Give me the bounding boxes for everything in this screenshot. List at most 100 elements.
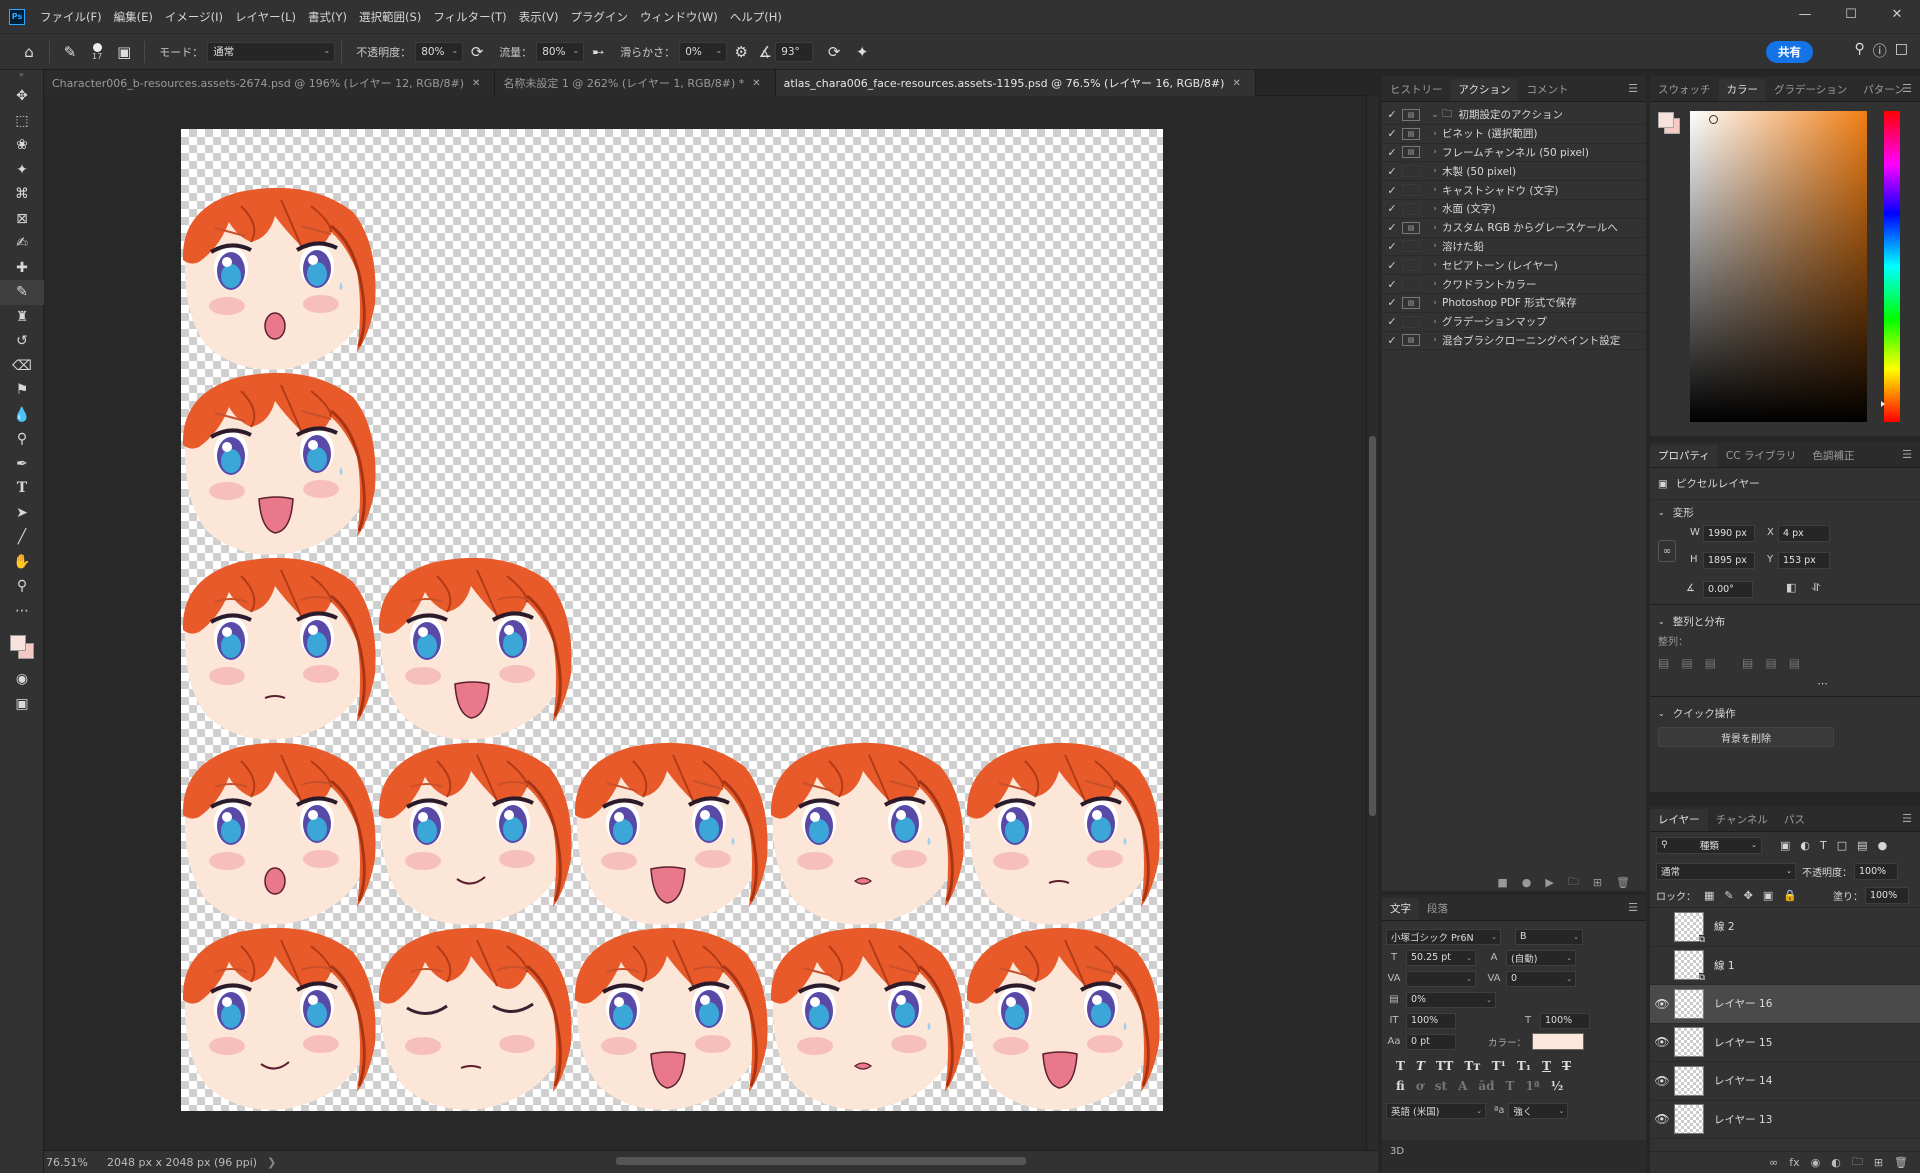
layer-row[interactable]: ⧉ 線 2: [1650, 908, 1920, 947]
chevron-right-icon[interactable]: ›: [1428, 260, 1442, 270]
check-icon[interactable]: ✓: [1382, 146, 1402, 159]
subscript-icon[interactable]: T₁: [1517, 1059, 1531, 1073]
panel-tab[interactable]: パス: [1776, 809, 1813, 831]
close-icon[interactable]: ✕: [1232, 78, 1240, 89]
panel-menu-icon[interactable]: ☰: [1902, 82, 1912, 95]
dialog-toggle-icon[interactable]: [1402, 202, 1420, 215]
magic-wand-tool-icon[interactable]: ✦: [0, 158, 44, 183]
menu-item-6[interactable]: フィルター(T): [427, 9, 512, 25]
panel-tab[interactable]: カラー: [1718, 79, 1766, 101]
stylistic-alt-icon[interactable]: ād: [1478, 1079, 1494, 1093]
check-icon[interactable]: ✓: [1382, 259, 1402, 272]
symmetry-icon[interactable]: ✦: [851, 41, 873, 63]
check-icon[interactable]: ✓: [1382, 127, 1402, 140]
rotation-field[interactable]: 0.00°: [1703, 581, 1753, 598]
link-icon[interactable]: ∞: [1658, 540, 1676, 562]
flip-vertical-icon[interactable]: ⥯: [1812, 581, 1820, 595]
type-tool-icon[interactable]: T: [0, 476, 44, 501]
flow-field[interactable]: 80% ⌄: [536, 41, 585, 62]
panel-menu-icon[interactable]: ☰: [1628, 901, 1638, 914]
close-icon[interactable]: ✕: [472, 78, 480, 89]
y-field[interactable]: 153 px: [1778, 552, 1830, 569]
menu-item-9[interactable]: ウィンドウ(W): [634, 9, 724, 25]
discretionary-ligature-icon[interactable]: ơ: [1416, 1079, 1424, 1093]
panel-tab[interactable]: CC ライブラリ: [1718, 445, 1805, 467]
kerning-field[interactable]: ⌄: [1406, 970, 1476, 987]
mode-select[interactable]: 通常 ⌄: [207, 41, 336, 62]
lock-all-icon[interactable]: 🔒: [1783, 889, 1797, 902]
check-icon[interactable]: ✓: [1382, 184, 1402, 197]
vertical-scroll-thumb[interactable]: [1369, 436, 1376, 816]
panel-tab[interactable]: 色調補正: [1804, 445, 1862, 467]
history-brush-tool-icon[interactable]: ↺: [0, 329, 44, 354]
chevron-down-icon[interactable]: ⌄: [1658, 508, 1665, 517]
crop-tool-icon[interactable]: ⌘: [0, 182, 44, 207]
filter-adjust-icon[interactable]: ◐: [1800, 839, 1810, 852]
brush-size-picker[interactable]: 17: [92, 42, 102, 61]
faux-bold-icon[interactable]: T: [1396, 1059, 1405, 1073]
horizontal-scale-field[interactable]: 100%: [1540, 1012, 1590, 1029]
layer-row[interactable]: 👁 レイヤー 15: [1650, 1024, 1920, 1062]
align-vcenter-icon[interactable]: ▤: [1765, 656, 1776, 670]
filter-shape-icon[interactable]: □: [1837, 839, 1847, 852]
adjustment-layer-icon[interactable]: ◐: [1831, 1156, 1841, 1169]
menu-item-8[interactable]: プラグイン: [564, 9, 634, 25]
3d-panel-tab[interactable]: 3D: [1382, 1140, 1646, 1173]
eyedropper-tool-icon[interactable]: ✍: [0, 231, 44, 256]
marquee-tool-icon[interactable]: ⬚: [0, 109, 44, 134]
brush-settings-icon[interactable]: ▣: [113, 41, 135, 63]
check-icon[interactable]: ✓: [1382, 165, 1402, 178]
check-icon[interactable]: ✓: [1382, 108, 1402, 121]
dialog-toggle-icon[interactable]: [1402, 165, 1420, 178]
height-field[interactable]: 1895 px: [1703, 552, 1755, 569]
hue-slider-handle[interactable]: [1881, 401, 1885, 407]
action-item[interactable]: ✓ › セピアトーン (レイヤー): [1382, 256, 1646, 276]
close-icon[interactable]: ✕: [752, 78, 760, 89]
path-selection-tool-icon[interactable]: ➤: [0, 501, 44, 526]
color-swatches[interactable]: [0, 623, 43, 667]
action-item[interactable]: ✓ ▤ › カスタム RGB からグレースケールへ: [1382, 219, 1646, 238]
mask-icon[interactable]: ◉: [1811, 1156, 1821, 1169]
action-item[interactable]: ✓ › グラデーションマップ: [1382, 313, 1646, 332]
check-icon[interactable]: ✓: [1382, 296, 1402, 309]
dialog-toggle-icon[interactable]: [1402, 315, 1420, 328]
zoom-level[interactable]: 76.51%: [46, 1156, 101, 1169]
move-tool-icon[interactable]: ✥: [0, 84, 44, 109]
vertical-scale-field[interactable]: 100%: [1406, 1012, 1456, 1029]
dialog-toggle-icon[interactable]: [1402, 240, 1420, 253]
panel-tab[interactable]: レイヤー: [1650, 809, 1708, 831]
blend-mode-select[interactable]: 通常 ⌄: [1656, 862, 1796, 880]
eye-icon[interactable]: 👁: [1650, 1112, 1674, 1126]
action-item[interactable]: ✓ ▤ › 混合ブラシクローニングペイント設定: [1382, 332, 1646, 351]
check-icon[interactable]: ✓: [1382, 334, 1402, 347]
menu-item-10[interactable]: ヘルプ(H): [724, 9, 788, 25]
more-options-icon[interactable]: ⋯: [1650, 678, 1920, 690]
group-icon[interactable]: 🗀: [1852, 1153, 1863, 1172]
layer-row[interactable]: 👁 レイヤー 16: [1650, 985, 1920, 1024]
chevron-down-icon[interactable]: ⌄: [1658, 617, 1665, 626]
panel-tab[interactable]: スウォッチ: [1650, 79, 1719, 101]
menu-item-1[interactable]: 編集(E): [108, 9, 159, 25]
filter-smart-icon[interactable]: ▤: [1857, 839, 1867, 852]
document-tab-1[interactable]: 名称未設定 1 @ 262% (レイヤー 1, RGB/8#) * ✕: [495, 70, 776, 96]
panel-tab[interactable]: アクション: [1450, 79, 1519, 101]
close-icon[interactable]: ✕: [1874, 0, 1920, 28]
dialog-toggle-icon[interactable]: [1402, 259, 1420, 272]
align-left-icon[interactable]: ▤: [1658, 656, 1669, 670]
airbrush-icon[interactable]: ➸: [587, 41, 609, 63]
x-field[interactable]: 4 px: [1778, 525, 1830, 542]
font-style-select[interactable]: B ⌄: [1515, 928, 1583, 945]
filter-type-icon[interactable]: T: [1820, 839, 1827, 852]
chevron-right-icon[interactable]: ›: [1428, 335, 1442, 345]
dialog-toggle-icon[interactable]: ▤: [1402, 127, 1420, 140]
panel-menu-icon[interactable]: ☰: [1902, 448, 1912, 461]
all-caps-icon[interactable]: TT: [1436, 1059, 1453, 1073]
layer-row[interactable]: ⧉ 線 1: [1650, 947, 1920, 985]
action-item[interactable]: ✓ › 水面 (文字): [1382, 200, 1646, 219]
ligature-icon[interactable]: fi: [1396, 1079, 1405, 1093]
panel-tab[interactable]: 段落: [1419, 898, 1456, 920]
panel-menu-icon[interactable]: ☰: [1902, 812, 1912, 825]
lock-transparency-icon[interactable]: ▦: [1704, 889, 1714, 902]
action-item[interactable]: ✓ ▤ › フレームチャンネル (50 pixel): [1382, 144, 1646, 163]
maximize-icon[interactable]: ☐: [1828, 0, 1874, 28]
